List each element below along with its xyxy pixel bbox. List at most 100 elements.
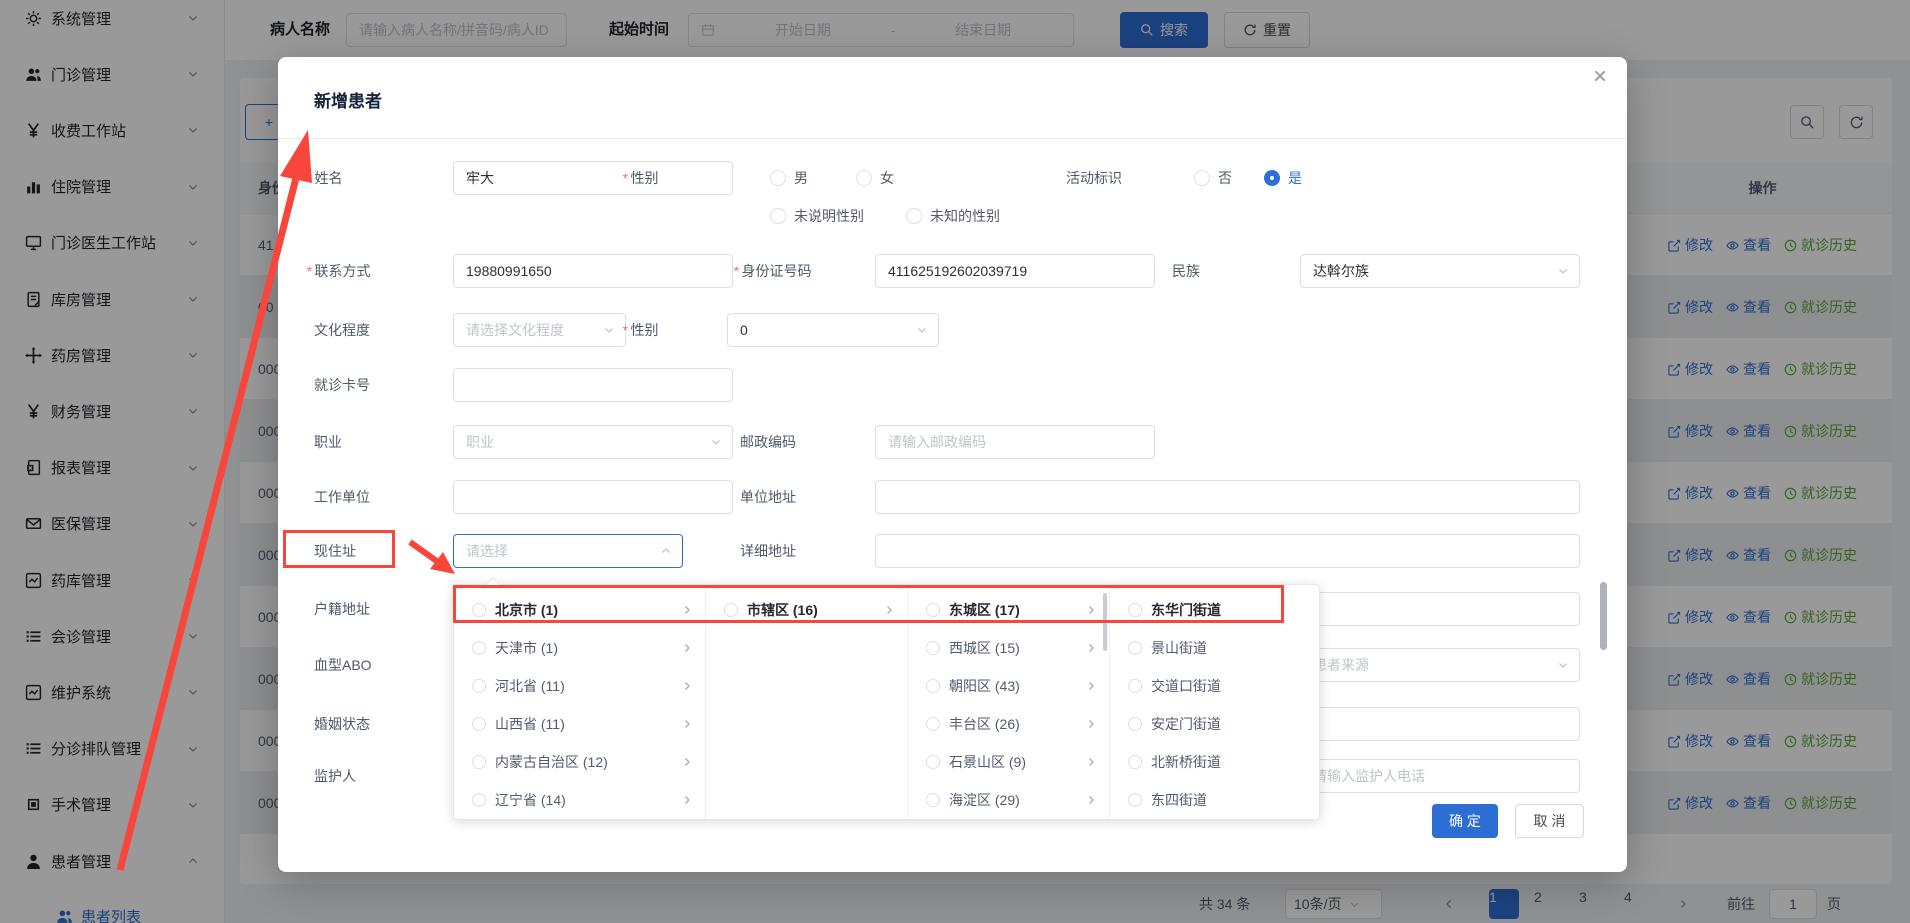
gender-radio-unstated[interactable]: 未说明性别 — [770, 199, 864, 233]
chevron-right-icon — [1085, 718, 1097, 730]
radio-icon — [856, 170, 872, 186]
chevron-down-icon — [710, 436, 722, 448]
card-no-label: 就诊卡号 — [314, 368, 370, 402]
radio-icon — [770, 170, 786, 186]
radio-icon — [926, 755, 940, 769]
modal-title: 新增患者 — [314, 87, 382, 112]
ethnicity-label: 民族 — [1172, 254, 1200, 288]
cascade-option[interactable]: 河北省 (11) — [454, 667, 705, 705]
ethnicity-select[interactable]: 达斡尔族 — [1300, 254, 1580, 288]
cascade-column: 东华门街道景山街道交道口街道安定门街道北新桥街道东四街道 — [1110, 585, 1321, 819]
current-address-label: 现住址 — [314, 534, 356, 568]
cascade-option[interactable]: 辽宁省 (14) — [454, 781, 705, 819]
chevron-right-icon — [681, 794, 693, 806]
cascade-column: 市辖区 (16) — [706, 585, 908, 819]
gender-radio-male[interactable]: 男 — [770, 161, 808, 195]
cascade-option-label: 内蒙古自治区 (12) — [495, 752, 608, 772]
work-unit-input[interactable] — [453, 480, 733, 514]
detail-address-input[interactable] — [875, 534, 1580, 568]
radio-icon — [472, 679, 486, 693]
radio-icon — [472, 603, 486, 617]
chevron-down-icon — [1557, 659, 1569, 671]
radio-icon — [926, 679, 940, 693]
registered-address-label: 户籍地址 — [314, 592, 370, 626]
cascade-option[interactable]: 北新桥街道 — [1110, 743, 1321, 781]
cascade-option[interactable]: 西城区 (15) — [908, 629, 1109, 667]
name-input[interactable]: 牢大 — [453, 161, 733, 195]
cascade-option-label: 西城区 (15) — [949, 638, 1020, 658]
active-flag-label: 活动标识 — [1066, 161, 1122, 195]
patient-source-select[interactable]: 患者来源 — [1300, 648, 1580, 682]
chevron-right-icon — [681, 680, 693, 692]
radio-icon — [472, 793, 486, 807]
education-select[interactable]: 请选择文化程度 — [453, 313, 626, 347]
chevron-right-icon — [1085, 604, 1097, 616]
radio-icon — [1128, 793, 1142, 807]
cascade-option-label: 石景山区 (9) — [949, 752, 1026, 772]
occupation-select[interactable]: 职业 — [453, 425, 733, 459]
marital-label: 婚姻状态 — [314, 707, 370, 741]
cascade-option[interactable]: 丰台区 (26) — [908, 705, 1109, 743]
cascade-option-label: 山西省 (11) — [495, 714, 565, 734]
detail-address-label: 详细地址 — [740, 534, 796, 568]
radio-icon — [926, 603, 940, 617]
cascade-option-label: 天津市 (1) — [495, 638, 558, 658]
radio-icon — [1128, 717, 1142, 731]
gender-radio-female[interactable]: 女 — [856, 161, 894, 195]
radio-icon — [770, 208, 786, 224]
cascade-option-label: 北京市 (1) — [495, 600, 558, 620]
chevron-right-icon — [1085, 794, 1097, 806]
cascade-option[interactable]: 东华门街道 — [1110, 591, 1321, 629]
column-scrollbar[interactable] — [1103, 593, 1107, 651]
cascade-option[interactable]: 山西省 (11) — [454, 705, 705, 743]
cascade-option[interactable]: 内蒙古自治区 (12) — [454, 743, 705, 781]
id-number-label: *身份证号码 — [733, 254, 811, 288]
gender-radio-unknown[interactable]: 未知的性别 — [906, 199, 1000, 233]
close-icon[interactable]: × — [1593, 63, 1607, 91]
cascade-option-label: 丰台区 (26) — [949, 714, 1020, 734]
cascade-option-label: 海淀区 (29) — [949, 790, 1020, 810]
card-no-input[interactable] — [453, 368, 733, 402]
chevron-down-icon — [916, 324, 928, 336]
cascade-option[interactable]: 交道口街道 — [1110, 667, 1321, 705]
modal-scrollbar[interactable] — [1600, 582, 1607, 650]
cascade-option-label: 景山街道 — [1151, 638, 1207, 658]
cancel-button[interactable]: 取 消 — [1515, 804, 1584, 838]
radio-icon — [1128, 641, 1142, 655]
postal-input[interactable]: 请输入邮政编码 — [875, 425, 1155, 459]
cascade-option[interactable]: 景山街道 — [1110, 629, 1321, 667]
education-label: 文化程度 — [314, 313, 370, 347]
guardian-phone-input[interactable]: 请输入监护人电话 — [1300, 759, 1580, 793]
postal-label: 邮政编码 — [740, 425, 796, 459]
chevron-right-icon — [1085, 680, 1097, 692]
cascade-column: 北京市 (1) 天津市 (1) 河北省 (11) 山西省 (11) 内蒙古自治区 (12… — [454, 585, 706, 819]
radio-icon — [926, 717, 940, 731]
cascade-option[interactable]: 朝阳区 (43) — [908, 667, 1109, 705]
cascade-option[interactable]: 石景山区 (9) — [908, 743, 1109, 781]
cascade-option[interactable]: 安定门街道 — [1110, 705, 1321, 743]
guardian-label: 监护人 — [314, 759, 356, 793]
app-root: 系统管理门诊管理收费工作站住院管理门诊医生工作站库房管理药房管理财务管理报表管理… — [0, 0, 1910, 923]
id-number-input[interactable]: 411625192602039719 — [875, 254, 1155, 288]
active-flag-no[interactable]: 否 — [1194, 161, 1232, 195]
cascade-option-label: 安定门街道 — [1151, 714, 1221, 734]
radio-icon — [1128, 755, 1142, 769]
cascade-option[interactable]: 市辖区 (16) — [706, 591, 907, 629]
radio-icon — [472, 641, 486, 655]
work-address-input[interactable] — [875, 480, 1580, 514]
cascade-option[interactable]: 东城区 (17) — [908, 591, 1109, 629]
confirm-button[interactable]: 确 定 — [1432, 804, 1498, 838]
cascade-option[interactable]: 北京市 (1) — [454, 591, 705, 629]
radio-icon — [724, 603, 738, 617]
chevron-right-icon — [883, 604, 895, 616]
chevron-down-icon — [603, 324, 615, 336]
chevron-up-icon — [660, 545, 672, 557]
cascade-option[interactable]: 天津市 (1) — [454, 629, 705, 667]
cascade-option[interactable]: 海淀区 (29) — [908, 781, 1109, 819]
cascade-option-label: 东城区 (17) — [949, 600, 1020, 620]
gender-code-select[interactable]: 0 — [727, 313, 939, 347]
current-address-select[interactable]: 请选择 — [453, 534, 683, 568]
contact-input[interactable]: 19880991650 — [453, 254, 733, 288]
active-flag-yes[interactable]: 是 — [1264, 161, 1302, 195]
cascade-option[interactable]: 东四街道 — [1110, 781, 1321, 819]
